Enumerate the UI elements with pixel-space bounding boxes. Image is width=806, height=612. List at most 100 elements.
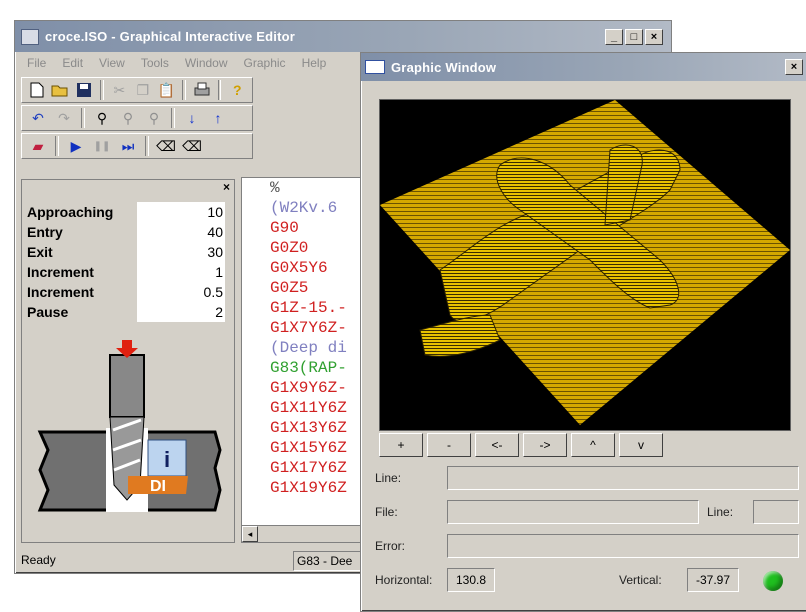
erase-graphic-icon[interactable]: ⌫ [180, 135, 204, 157]
toolbar-separator [99, 80, 104, 100]
horizontal-label: Horizontal: [375, 573, 433, 587]
toolbar-simulation: ▰ ▶ ❚❚ ⏭ ⌫ ⌫ [21, 133, 253, 159]
eraser-icon[interactable]: ⌫ [154, 135, 178, 157]
minimize-button[interactable]: _ [605, 28, 623, 45]
surface-plane [380, 100, 790, 425]
toolbar-separator [55, 136, 59, 156]
panel-close-icon[interactable]: × [223, 180, 230, 194]
drill-shank [109, 354, 145, 418]
maximize-button[interactable]: □ [625, 28, 643, 45]
toolbar-separator [217, 80, 222, 100]
parameter-value-input[interactable]: 2 [137, 302, 225, 322]
menu-help[interactable]: Help [294, 53, 335, 73]
zoom-out-button[interactable]: - [427, 433, 471, 457]
open-folder-icon[interactable] [50, 79, 72, 101]
simulate-icon[interactable]: ▰ [26, 135, 50, 157]
code-line: G1X13Y6Z [270, 419, 347, 437]
pan-left-button[interactable]: <- [475, 433, 519, 457]
code-line: (W2Kv.6 [270, 199, 338, 217]
toolbar-separator [145, 136, 149, 156]
vertical-value: -37.97 [687, 568, 739, 592]
line-field [447, 466, 799, 490]
scroll-left-icon[interactable]: ◂ [242, 526, 258, 542]
pause-icon[interactable]: ❚❚ [90, 135, 114, 157]
code-line: G1X11Y6Z [270, 399, 347, 417]
find-icon[interactable]: ⚲ [90, 107, 114, 129]
menu-graphic[interactable]: Graphic [236, 53, 294, 73]
replace-icon[interactable]: ⚲ [142, 107, 166, 129]
code-line: G1X19Y6Z [270, 479, 347, 497]
parameter-value-input[interactable]: 0.5 [137, 282, 225, 302]
menu-bar: File Edit View Tools Window Graphic Help [19, 53, 334, 73]
main-title-bar[interactable]: croce.ISO - Graphical Interactive Editor… [15, 21, 671, 52]
menu-view[interactable]: View [91, 53, 133, 73]
app-icon [21, 28, 39, 45]
redo-icon[interactable]: ↷ [52, 107, 76, 129]
zoom-in-button[interactable]: + [379, 433, 423, 457]
cut-icon[interactable]: ✂ [109, 79, 131, 101]
parameter-label: Entry [25, 222, 137, 242]
parameter-row: Increment 0.5 [25, 282, 225, 302]
status-indicator-icon [763, 571, 783, 591]
parameter-row: Exit 30 [25, 242, 225, 262]
error-label: Error: [375, 539, 405, 553]
graphic-close-button[interactable]: × [785, 59, 803, 75]
pan-down-button[interactable]: v [619, 433, 663, 457]
file-label: File: [375, 505, 398, 519]
copy-icon[interactable]: ❐ [132, 79, 154, 101]
new-file-icon[interactable] [26, 79, 48, 101]
graphic-canvas[interactable] [379, 99, 791, 431]
pan-right-button[interactable]: -> [523, 433, 567, 457]
di-label: DI [150, 478, 166, 495]
parameter-row: Pause 2 [25, 302, 225, 322]
parameter-value-input[interactable]: 1 [137, 262, 225, 282]
toolbar-standard: ✂ ❐ 📋 ? [21, 77, 253, 103]
code-line: G1X15Y6Z [270, 439, 347, 457]
menu-edit[interactable]: Edit [54, 53, 91, 73]
graphic-window-icon [365, 60, 385, 74]
paste-icon[interactable]: 📋 [156, 79, 178, 101]
menu-file[interactable]: File [19, 53, 54, 73]
toolbar-separator [182, 80, 187, 100]
menu-window[interactable]: Window [177, 53, 236, 73]
file-field [447, 500, 699, 524]
horizontal-value: 130.8 [447, 568, 495, 592]
find-next-icon[interactable]: ⚲ [116, 107, 140, 129]
graphic-window: Graphic Window × + - <- -> ^ v Line: Fil… [360, 52, 806, 612]
code-line: G0Z0 [270, 239, 309, 257]
line-label-2: Line: [707, 505, 734, 519]
parameter-label: Increment [25, 262, 137, 282]
code-line: G1X17Y6Z [270, 459, 347, 477]
toolbar-edit: ↶ ↷ ⚲ ⚲ ⚲ ↓ ↑ [21, 105, 253, 131]
line-label: Line: [375, 471, 402, 485]
parameter-label: Pause [25, 302, 137, 322]
parameter-value-input[interactable]: 40 [137, 222, 225, 242]
parameter-row: Approaching 10 [25, 202, 225, 222]
step-icon[interactable]: ⏭ [116, 135, 140, 157]
arrow-up-icon[interactable]: ↑ [206, 107, 230, 129]
main-window-title: croce.ISO - Graphical Interactive Editor [45, 29, 296, 44]
code-line: G83(RAP- [270, 359, 347, 377]
vertical-label: Vertical: [619, 573, 662, 587]
parameter-value-input[interactable]: 10 [137, 202, 225, 222]
code-editor[interactable]: % (W2Kv.6 G90 G0Z0 G0X5Y6 G0Z5 G1Z-15.- G1X7Y6Z… [241, 177, 363, 543]
toolpath-3d-render [380, 100, 790, 425]
toolbar-separator [171, 108, 175, 128]
code-line: (Deep di [270, 339, 347, 357]
toolbar-separator [81, 108, 85, 128]
save-icon[interactable] [73, 79, 95, 101]
print-icon[interactable] [191, 79, 213, 101]
arrow-down-icon[interactable]: ↓ [180, 107, 204, 129]
graphic-title-bar[interactable]: Graphic Window × [361, 53, 806, 81]
code-line: G0X5Y6 [270, 259, 328, 277]
help-icon[interactable]: ? [226, 79, 248, 101]
parameter-label: Approaching [25, 202, 137, 222]
menu-tools[interactable]: Tools [133, 53, 177, 73]
undo-icon[interactable]: ↶ [26, 107, 50, 129]
pan-up-button[interactable]: ^ [571, 433, 615, 457]
close-button[interactable]: × [645, 28, 663, 45]
code-line: G0Z5 [270, 279, 309, 297]
parameter-value-input[interactable]: 30 [137, 242, 225, 262]
play-icon[interactable]: ▶ [64, 135, 88, 157]
horizontal-scrollbar[interactable]: ◂ [242, 525, 362, 542]
